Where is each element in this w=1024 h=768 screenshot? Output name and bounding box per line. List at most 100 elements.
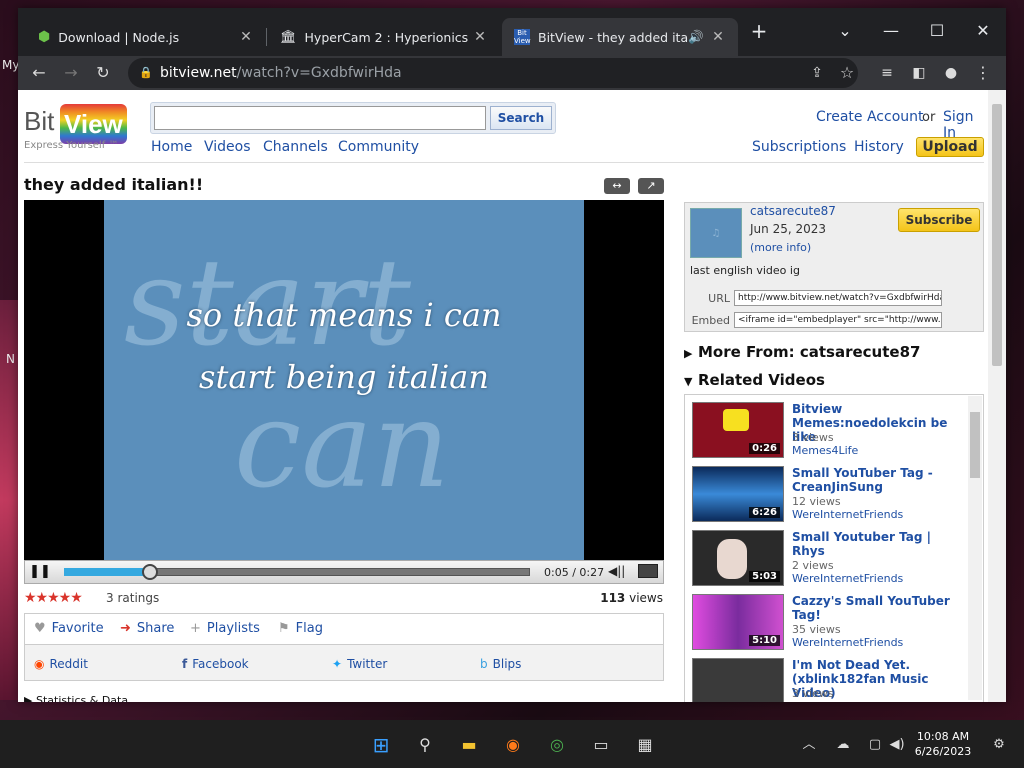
rating-count: 3 ratings (106, 591, 160, 605)
notification-icon[interactable]: ⚙ (986, 732, 1012, 758)
pause-button[interactable]: ❚❚ (28, 563, 52, 581)
related-user[interactable]: WereInternetFriends (792, 508, 903, 521)
related-videos-toggle[interactable]: ▼ Related Videos (684, 371, 825, 389)
statistics-toggle[interactable]: ▶ Statistics & Data (24, 694, 128, 702)
bitview-logo[interactable]: Bit View Express Yourself ™ (24, 96, 144, 156)
search-button[interactable]: Search (490, 106, 552, 130)
list-item[interactable]: 0:26 Bitview Memes:noedolekcin be like 3… (692, 402, 962, 464)
maximize-button[interactable]: ☐ (914, 16, 960, 46)
list-item[interactable]: 6:26 Small YouTuber Tag - CreanJinSung 1… (692, 466, 962, 528)
heart-icon: ♥ (34, 621, 46, 636)
firefox-icon[interactable]: ◉ (500, 732, 526, 758)
taskbar-clock[interactable]: 10:08 AM 6/26/2023 (908, 729, 978, 759)
close-icon[interactable]: ✕ (710, 29, 726, 45)
cloud-icon[interactable]: ☁ (830, 732, 856, 758)
new-tab-button[interactable]: + (746, 16, 772, 46)
close-icon[interactable]: ✕ (472, 29, 488, 45)
create-account-link[interactable]: Create Account (816, 109, 924, 125)
url-field[interactable]: http://www.bitview.net/watch?v=GxdbfwirH… (734, 290, 942, 306)
expand-player-icon[interactable]: ↔ (604, 178, 630, 194)
nav-history[interactable]: History (854, 139, 904, 155)
url-label: URL (708, 292, 730, 305)
minimize-button[interactable]: — (868, 16, 914, 46)
flag-icon: ⚑ (278, 621, 290, 636)
tab-hypercam[interactable]: 🏛 HyperCam 2 : Hyperionics : Free ✕ (268, 18, 500, 56)
chrome-icon[interactable]: ◎ (544, 732, 570, 758)
related-title[interactable]: Small YouTuber Tag - CreanJinSung (792, 466, 962, 494)
tab-nodejs[interactable]: ⬢ Download | Node.js ✕ (26, 18, 266, 56)
list-item[interactable]: 5:10 Cazzy's Small YouTuber Tag! 35 view… (692, 594, 962, 656)
related-scroll-thumb[interactable] (970, 412, 980, 478)
video-thumbnail[interactable] (692, 658, 784, 702)
bookmark-star-icon[interactable]: ☆ (834, 60, 860, 86)
list-item[interactable]: I'm Not Dead Yet. (xblink182fan Music Vi… (692, 658, 962, 702)
embed-field[interactable]: <iframe id="embedplayer" src="http://www… (734, 312, 942, 328)
uploader-name[interactable]: catsarecute87 (750, 204, 836, 218)
popout-icon[interactable]: ↗ (638, 178, 664, 194)
video-thumbnail[interactable]: 6:26 (692, 466, 784, 522)
more-from-toggle[interactable]: ▶ More From: catsarecute87 (684, 343, 920, 361)
app-icon[interactable]: ▦ (632, 732, 658, 758)
rating-stars[interactable]: ★★★★★ (24, 590, 83, 606)
related-title[interactable]: Cazzy's Small YouTuber Tag! (792, 594, 962, 622)
share-twitter[interactable]: ✦ Twitter (332, 657, 387, 671)
or-text: or (922, 110, 936, 125)
related-user[interactable]: Memes4Life (792, 444, 858, 457)
video-thumbnail[interactable]: 0:26 (692, 402, 784, 458)
flag-button[interactable]: ⚑ Flag (278, 621, 323, 636)
video-frame[interactable]: start can so that means i can start bein… (104, 200, 584, 560)
subscribe-button[interactable]: Subscribe (898, 208, 980, 232)
more-info-link[interactable]: (more info) (750, 241, 811, 254)
close-window-button[interactable]: ✕ (960, 16, 1006, 46)
upload-button[interactable]: Upload (916, 137, 984, 157)
subtitle-line-1: so that means i can (186, 296, 502, 334)
windows-start-icon[interactable]: ⊞ (368, 732, 394, 758)
related-title[interactable]: Small Youtuber Tag | Rhys (792, 530, 962, 558)
search-icon[interactable]: ⚲ (412, 732, 438, 758)
playlists-button[interactable]: + Playlists (190, 621, 260, 636)
menu-icon[interactable]: ⋮ (970, 60, 996, 86)
side-panel-icon[interactable]: ◧ (906, 60, 932, 86)
chevron-up-icon[interactable]: ︿ (796, 732, 822, 758)
fullscreen-button[interactable] (638, 564, 658, 578)
related-user[interactable]: WereInternetFriends (792, 636, 903, 649)
twitter-icon: ✦ (332, 657, 343, 671)
list-item[interactable]: 5:03 Small Youtuber Tag | Rhys 2 views W… (692, 530, 962, 592)
related-user[interactable]: WereInternetFriends (792, 572, 903, 585)
reddit-label: Reddit (49, 657, 88, 671)
share-reddit[interactable]: ◉ Reddit (34, 657, 88, 671)
nav-videos[interactable]: Videos (204, 139, 251, 155)
back-icon[interactable]: ← (26, 60, 52, 86)
share-button[interactable]: ➜ Share (120, 621, 174, 636)
speaker-icon[interactable]: 🔊 (688, 29, 704, 45)
nav-community[interactable]: Community (338, 139, 419, 155)
tab-bitview[interactable]: BitView BitView - they added italian! 🔊 … (502, 18, 738, 56)
video-thumbnail[interactable]: 5:10 (692, 594, 784, 650)
share-icon[interactable]: ⇪ (804, 60, 830, 86)
terminal-icon[interactable]: ▭ (588, 732, 614, 758)
profile-icon[interactable]: ● (938, 60, 964, 86)
search-input[interactable] (154, 106, 486, 130)
file-explorer-icon[interactable]: ▬ (456, 732, 482, 758)
page-scroll-thumb[interactable] (992, 104, 1002, 366)
reload-icon[interactable]: ↻ (90, 60, 116, 86)
close-icon[interactable]: ✕ (238, 29, 254, 45)
volume-icon[interactable]: ◀) (884, 732, 910, 758)
tab-search-icon[interactable]: ⌄ (822, 16, 868, 46)
nav-home[interactable]: Home (151, 139, 192, 155)
related-views: 2 views (792, 559, 834, 572)
reddit-icon: ◉ (34, 657, 45, 671)
address-bar[interactable]: 🔒 bitview.net/watch?v=GxdbfwirHda (128, 58, 858, 88)
media-queue-icon[interactable]: ≡ (874, 60, 900, 86)
favorite-button[interactable]: ♥ Favorite (34, 621, 104, 636)
avatar[interactable]: ♫ (690, 208, 742, 258)
share-facebook[interactable]: f Facebook (182, 657, 249, 671)
desktop-label: My (2, 58, 20, 72)
share-blips[interactable]: b Blips (480, 657, 521, 671)
volume-icon[interactable]: ◀|| (608, 564, 625, 578)
nav-channels[interactable]: Channels (263, 139, 328, 155)
bg-word-can: can (234, 376, 451, 515)
forward-icon[interactable]: → (58, 60, 84, 86)
nav-subscriptions[interactable]: Subscriptions (752, 139, 846, 155)
video-thumbnail[interactable]: 5:03 (692, 530, 784, 586)
